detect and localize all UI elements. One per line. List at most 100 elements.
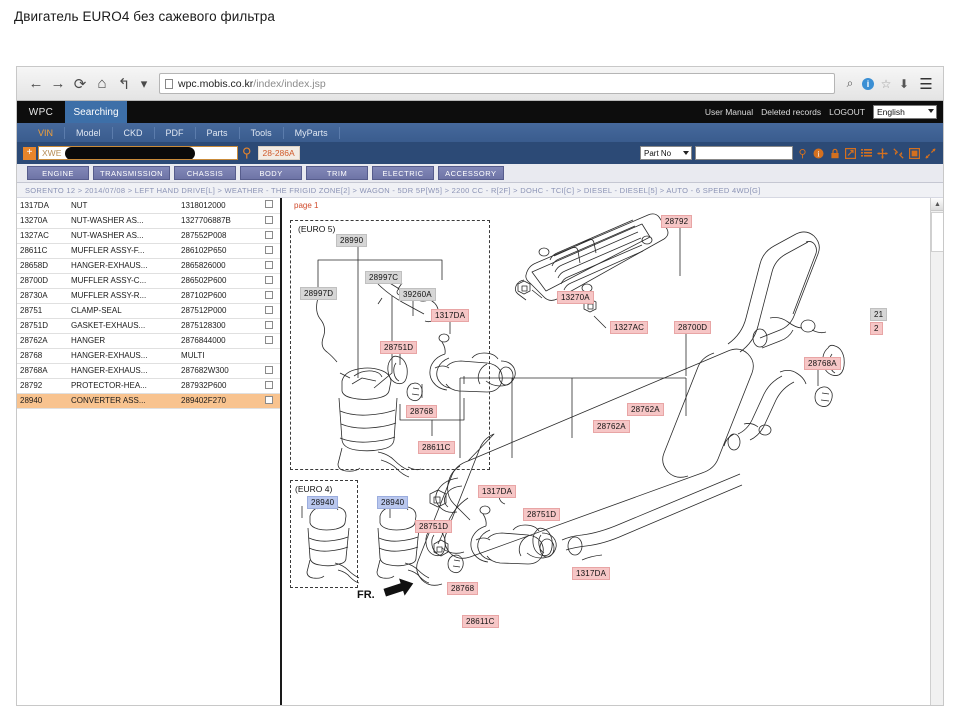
- table-row[interactable]: 28940 CONVERTER ASS... 289402F270: [17, 393, 280, 409]
- cell-checkbox[interactable]: [257, 243, 280, 259]
- reload-icon[interactable]: ⟳: [69, 73, 91, 95]
- list-icon[interactable]: [860, 147, 873, 160]
- diagram-callout-28768-6[interactable]: 28768: [406, 405, 438, 418]
- diagram-callout-1317da-18[interactable]: 1317DA: [478, 485, 517, 498]
- diagram-callout-28940-16[interactable]: 28940: [377, 496, 409, 509]
- tab-body[interactable]: BODY: [240, 166, 303, 180]
- diagram-callout-28762a-13[interactable]: 28762A: [627, 403, 664, 416]
- diagram-callout-28751d-17[interactable]: 28751D: [415, 520, 453, 533]
- row-checkbox[interactable]: [264, 365, 273, 374]
- diagram-callout-edge-2-1[interactable]: 2: [870, 322, 883, 335]
- back-icon[interactable]: ←: [25, 73, 47, 95]
- tab-chassis[interactable]: CHASSIS: [174, 166, 237, 180]
- row-checkbox[interactable]: [264, 290, 273, 299]
- table-row[interactable]: 28751D GASKET-EXHAUS... 2875128300: [17, 318, 280, 334]
- row-checkbox[interactable]: [264, 200, 273, 209]
- diagram-panel[interactable]: page 1 (EURO 5) (EURO 4) FR. 28990 28997…: [282, 198, 943, 705]
- search-icon[interactable]: ⌕: [841, 75, 859, 93]
- subnav-item-pdf[interactable]: PDF: [155, 126, 196, 139]
- table-row[interactable]: 28700D MUFFLER ASSY-C... 286502P600: [17, 273, 280, 289]
- diagram-callout-1327ac-10[interactable]: 1327AC: [610, 321, 649, 334]
- table-row[interactable]: 1327AC NUT-WASHER AS... 287552P008: [17, 228, 280, 244]
- scroll-thumb[interactable]: [931, 212, 943, 252]
- move-icon[interactable]: [876, 147, 889, 160]
- vin-search-icon[interactable]: ⚲: [242, 145, 252, 161]
- diagram-callout-28700d-11[interactable]: 28700D: [674, 321, 712, 334]
- app-vertical-scrollbar[interactable]: ▲: [930, 198, 943, 705]
- diagram-callout-28997d-2[interactable]: 28997D: [300, 287, 338, 300]
- table-row[interactable]: 28730A MUFFLER ASSY-R... 287102P600: [17, 288, 280, 304]
- table-row[interactable]: 28792 PROTECTOR-HEA... 287932P600: [17, 378, 280, 394]
- row-checkbox[interactable]: [264, 335, 273, 344]
- diagram-callout-edge-21-0[interactable]: 21: [870, 308, 888, 321]
- diagram-callout-28940-15[interactable]: 28940: [307, 496, 339, 509]
- forward-icon[interactable]: →: [47, 73, 69, 95]
- row-checkbox[interactable]: [264, 380, 273, 389]
- zoom-in-icon[interactable]: [924, 147, 937, 160]
- zoom-out-icon[interactable]: [892, 147, 905, 160]
- tab-trim[interactable]: TRIM: [306, 166, 369, 180]
- diagram-callout-28751d-19[interactable]: 28751D: [523, 508, 561, 521]
- diagram-callout-28990-0[interactable]: 28990: [336, 234, 368, 247]
- info-icon[interactable]: i: [812, 147, 825, 160]
- subnav-item-tools[interactable]: Tools: [240, 126, 284, 139]
- diagram-callout-28762a-14[interactable]: 28762A: [593, 420, 630, 433]
- row-checkbox[interactable]: [264, 230, 273, 239]
- diagram-callout-28768a-12[interactable]: 28768A: [804, 357, 841, 370]
- row-checkbox[interactable]: [264, 215, 273, 224]
- tab-transmission[interactable]: TRANSMISSION: [93, 166, 171, 180]
- menu-icon[interactable]: ☰: [917, 75, 935, 93]
- bookmark-star-icon[interactable]: ☆: [877, 75, 895, 93]
- row-checkbox[interactable]: [264, 395, 273, 404]
- row-checkbox[interactable]: [264, 275, 273, 284]
- table-row[interactable]: 28768A HANGER-EXHAUS... 287682W300: [17, 363, 280, 379]
- download-icon[interactable]: ⬇: [895, 75, 913, 93]
- diagram-callout-28792-8[interactable]: 28792: [661, 215, 693, 228]
- table-row[interactable]: 1317DA NUT 1318012000: [17, 198, 280, 214]
- cell-checkbox[interactable]: [257, 198, 280, 214]
- diagram-callout-13270a-9[interactable]: 13270A: [557, 291, 594, 304]
- tab-searching[interactable]: Searching: [65, 101, 127, 123]
- table-row[interactable]: 28768 HANGER-EXHAUS... MULTI: [17, 348, 280, 364]
- cell-checkbox[interactable]: [257, 333, 280, 349]
- diagram-callout-28751d-5[interactable]: 28751D: [380, 341, 418, 354]
- subnav-item-parts[interactable]: Parts: [196, 126, 240, 139]
- diagram-callout-1317da-4[interactable]: 1317DA: [431, 309, 470, 322]
- partno-input[interactable]: [695, 146, 793, 160]
- link-user-manual[interactable]: User Manual: [705, 107, 753, 117]
- cell-checkbox[interactable]: [257, 288, 280, 304]
- cell-checkbox[interactable]: [257, 363, 280, 379]
- table-row[interactable]: 13270A NUT-WASHER AS... 1327706887B: [17, 213, 280, 229]
- brand-wpc[interactable]: WPC: [17, 101, 65, 123]
- history-icon[interactable]: ↰: [113, 73, 135, 95]
- home-icon[interactable]: ⌂: [91, 73, 113, 95]
- subnav-item-ckd[interactable]: CKD: [113, 126, 155, 139]
- link-deleted-records[interactable]: Deleted records: [761, 107, 821, 117]
- table-row[interactable]: 28751 CLAMP-SEAL 287512P000: [17, 303, 280, 319]
- export-icon[interactable]: [844, 147, 857, 160]
- scroll-up-icon[interactable]: ▲: [931, 198, 943, 211]
- add-vin-button[interactable]: +: [23, 146, 36, 160]
- language-select[interactable]: English: [873, 105, 937, 119]
- subnav-item-model[interactable]: Model: [65, 126, 113, 139]
- row-checkbox[interactable]: [264, 245, 273, 254]
- vin-input[interactable]: XWE: [38, 146, 238, 160]
- cell-checkbox[interactable]: [257, 258, 280, 274]
- cell-checkbox[interactable]: [257, 303, 280, 319]
- shield-icon-wrap[interactable]: i: [859, 75, 877, 93]
- lock-icon[interactable]: [828, 147, 841, 160]
- diagram-callout-28611c-7[interactable]: 28611C: [418, 441, 455, 454]
- subnav-item-myparts[interactable]: MyParts: [284, 126, 340, 139]
- tab-electric[interactable]: ELECTRIC: [372, 166, 435, 180]
- fit-icon[interactable]: [908, 147, 921, 160]
- table-row[interactable]: 28658D HANGER-EXHAUS... 2865826000: [17, 258, 280, 274]
- tab-engine[interactable]: ENGINE: [27, 166, 89, 180]
- diagram-callout-39260a-3[interactable]: 39260A: [399, 288, 436, 301]
- table-row[interactable]: 28762A HANGER 2876844000: [17, 333, 280, 349]
- cell-checkbox[interactable]: [257, 393, 280, 409]
- subnav-item-vin[interactable]: VIN: [27, 126, 66, 139]
- cell-checkbox[interactable]: [257, 273, 280, 289]
- diagram-callout-28997c-1[interactable]: 28997C: [365, 271, 403, 284]
- address-bar[interactable]: wpc.mobis.co.kr /index/index.jsp: [159, 73, 835, 94]
- cell-checkbox[interactable]: [257, 348, 280, 364]
